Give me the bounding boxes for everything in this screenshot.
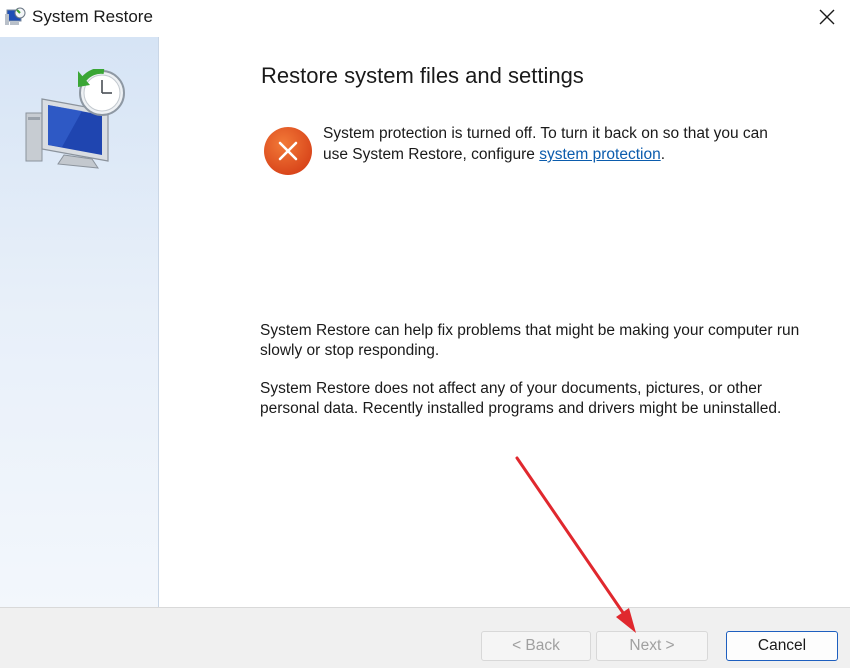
close-icon (819, 9, 835, 25)
system-restore-icon (5, 7, 26, 25)
error-message: System protection is turned off. To turn… (323, 123, 793, 165)
title-bar: System Restore (0, 0, 850, 36)
button-bar: < Back Next > Cancel (0, 607, 850, 668)
main-content: Restore system files and settings System… (159, 37, 850, 607)
sidebar (0, 37, 159, 607)
error-text-end: . (660, 146, 666, 163)
system-protection-link[interactable]: system protection (539, 146, 660, 163)
computer-clock-restore-icon (25, 69, 125, 169)
next-button[interactable]: Next > (596, 631, 708, 661)
page-title: Restore system files and settings (261, 63, 584, 88)
cancel-button[interactable]: Cancel (726, 631, 838, 661)
description-paragraph-1: System Restore can help fix problems tha… (260, 322, 800, 359)
error-x-icon (264, 127, 312, 175)
window-title: System Restore (32, 7, 153, 26)
close-button[interactable] (804, 0, 850, 34)
description-paragraph-2: System Restore does not affect any of yo… (260, 380, 782, 417)
back-button[interactable]: < Back (481, 631, 591, 661)
